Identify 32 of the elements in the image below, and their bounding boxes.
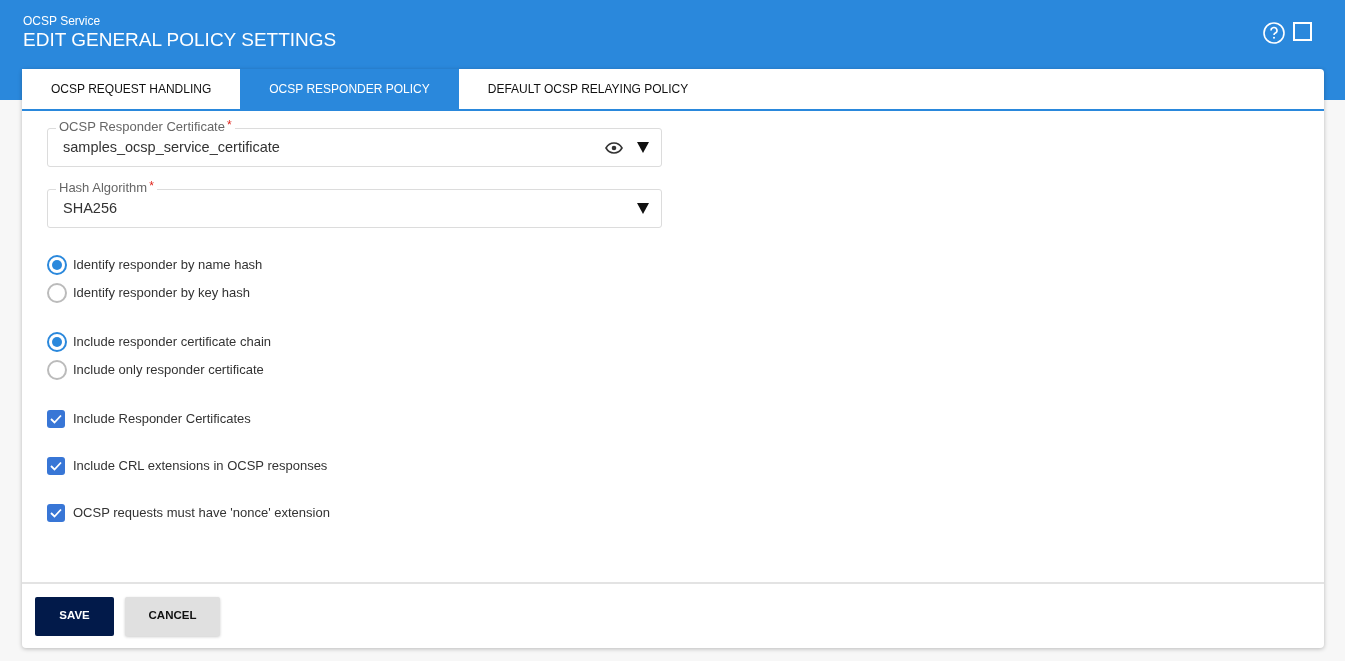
- check-icon: [50, 414, 62, 424]
- maximize-icon[interactable]: [1293, 22, 1312, 41]
- check-icon: [50, 508, 62, 518]
- eye-icon[interactable]: [605, 141, 623, 154]
- checkbox-label: OCSP requests must have 'nonce' extension: [73, 504, 330, 523]
- checkbox-label: Include CRL extensions in OCSP responses: [73, 457, 328, 476]
- cancel-button[interactable]: CANCEL: [125, 596, 220, 636]
- radio-button[interactable]: [47, 255, 67, 275]
- checkbox[interactable]: [47, 457, 65, 475]
- field-value: samples_ocsp_service_certificate: [63, 137, 281, 157]
- radio-label: Include responder certificate chain: [73, 333, 271, 352]
- tab[interactable]: OCSP RESPONDER POLICY: [240, 69, 459, 109]
- save-button[interactable]: SAVE: [35, 596, 114, 636]
- radio-label: Include only responder certificate: [73, 361, 264, 380]
- checkbox-label: Include Responder Certificates: [73, 410, 251, 429]
- checkbox[interactable]: [47, 504, 65, 522]
- radio-button[interactable]: [47, 332, 67, 352]
- checkbox[interactable]: [47, 410, 65, 428]
- required-mark: *: [226, 119, 232, 131]
- field-value: SHA256: [63, 198, 118, 218]
- page-subtitle: OCSP Service: [23, 14, 102, 28]
- radio-label: Identify responder by key hash: [73, 284, 251, 303]
- radio-button[interactable]: [47, 360, 67, 380]
- caret-icon[interactable]: [637, 203, 649, 214]
- caret-icon[interactable]: [637, 142, 649, 153]
- page-title: EDIT GENERAL POLICY SETTINGS: [23, 28, 337, 52]
- radio-button[interactable]: [47, 283, 67, 303]
- help-icon[interactable]: [1263, 22, 1285, 44]
- required-mark: *: [149, 180, 154, 192]
- tab[interactable]: OCSP REQUEST HANDLING: [22, 69, 241, 109]
- radio-label: Identify responder by name hash: [73, 256, 263, 275]
- check-icon: [50, 461, 62, 471]
